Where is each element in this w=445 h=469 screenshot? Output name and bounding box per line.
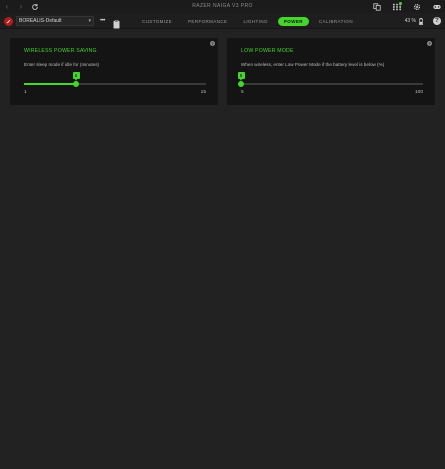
profile-dropdown[interactable]: BOREALIS-Default ▾ bbox=[16, 16, 94, 26]
tab-lighting[interactable]: LIGHTING bbox=[237, 17, 273, 26]
wireless-power-saving-panel: ? WIRELESS POWER SAVING Enter sleep mode… bbox=[10, 38, 218, 105]
slider-min-label: 5 bbox=[241, 90, 244, 95]
slider-thumb[interactable] bbox=[238, 81, 244, 87]
panel-description: When wireless, enter Low Power Mode if t… bbox=[241, 62, 385, 67]
panel-title: LOW POWER MODE bbox=[241, 48, 294, 54]
tab-performance[interactable]: PERFORMANCE bbox=[182, 17, 233, 26]
clipboard-icon[interactable] bbox=[113, 16, 120, 29]
grid-icon[interactable] bbox=[392, 1, 402, 12]
info-icon[interactable]: ? bbox=[210, 41, 215, 46]
tab-bar: CUSTOMIZE PERFORMANCE LIGHTING POWER CAL… bbox=[136, 16, 363, 26]
back-button[interactable]: ‹ bbox=[0, 0, 14, 13]
tab-calibration[interactable]: CALIBRATION bbox=[313, 17, 359, 26]
sleep-timeout-slider[interactable]: 5 bbox=[24, 72, 206, 89]
settings-icon[interactable] bbox=[412, 2, 422, 12]
slider-thumb[interactable] bbox=[73, 81, 79, 87]
slider-track[interactable] bbox=[241, 83, 423, 85]
info-icon[interactable]: ? bbox=[427, 41, 432, 46]
forward-button[interactable]: › bbox=[14, 0, 28, 13]
panel-title: WIRELESS POWER SAVING bbox=[24, 48, 97, 54]
low-power-mode-panel: ? LOW POWER MODE When wireless, enter Lo… bbox=[227, 38, 435, 105]
razer-logo-icon bbox=[4, 17, 13, 26]
slider-fill bbox=[24, 83, 76, 85]
low-power-threshold-slider[interactable]: 5 bbox=[237, 72, 423, 89]
tab-customize[interactable]: CUSTOMIZE bbox=[136, 17, 178, 26]
refresh-icon[interactable] bbox=[28, 0, 42, 13]
battery-status: 43 % bbox=[405, 16, 423, 26]
slider-max-label: 15 bbox=[200, 90, 206, 95]
tab-power[interactable]: POWER bbox=[277, 16, 309, 26]
chevron-down-icon: ▾ bbox=[88, 18, 91, 24]
slider-min-label: 1 bbox=[24, 90, 27, 95]
more-options-button[interactable]: ••• bbox=[100, 16, 105, 26]
title-bar: ‹ › RAZER NAIGA V3 PRO bbox=[0, 0, 445, 13]
slider-value-bubble: 5 bbox=[237, 72, 245, 81]
profile-dropdown-value: BOREALIS-Default bbox=[19, 18, 62, 24]
notification-dot bbox=[399, 1, 402, 5]
battery-icon bbox=[419, 17, 423, 25]
devices-icon[interactable] bbox=[372, 2, 382, 12]
battery-percentage: 43 % bbox=[404, 18, 416, 24]
slider-max-label: 100 bbox=[414, 90, 423, 95]
slider-value-bubble: 5 bbox=[72, 72, 80, 81]
toolbar: BOREALIS-Default ▾ ••• CUSTOMIZE PERFORM… bbox=[0, 13, 445, 29]
help-icon[interactable]: ? bbox=[433, 17, 441, 25]
panel-description: Enter sleep mode if idle for (minutes) bbox=[24, 62, 100, 67]
gamepad-icon[interactable] bbox=[432, 2, 442, 12]
